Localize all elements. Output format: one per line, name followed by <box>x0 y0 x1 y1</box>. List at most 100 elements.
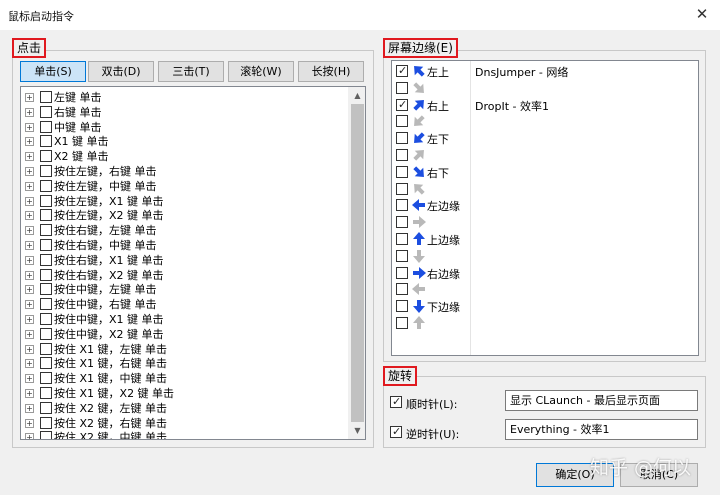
expand-icon[interactable]: + <box>25 107 34 117</box>
tab-2[interactable]: 三击(T) <box>158 61 224 82</box>
edge-row[interactable]: 左下 <box>392 130 698 147</box>
checkbox[interactable] <box>40 150 52 163</box>
checkbox[interactable] <box>40 165 52 177</box>
expand-icon[interactable]: + <box>25 433 34 439</box>
checkbox[interactable]: ✓ <box>396 64 408 77</box>
expand-icon[interactable]: + <box>25 359 34 369</box>
checkbox[interactable] <box>40 224 52 237</box>
expand-icon[interactable]: + <box>25 403 34 413</box>
expand-icon[interactable]: + <box>25 389 34 398</box>
checkbox[interactable] <box>396 216 408 229</box>
scroll-down-icon[interactable]: ▼ <box>349 422 365 439</box>
checkbox[interactable] <box>396 149 408 161</box>
expand-icon[interactable]: + <box>25 152 34 162</box>
checkbox[interactable] <box>40 91 52 103</box>
checkbox[interactable] <box>396 317 408 329</box>
expand-icon[interactable]: + <box>25 270 34 280</box>
checkbox[interactable] <box>40 387 52 399</box>
expand-icon[interactable]: + <box>25 181 34 191</box>
edge-row[interactable]: 下边缘 <box>392 298 698 315</box>
expand-icon[interactable]: + <box>25 241 34 250</box>
tree-scrollbar[interactable]: ▲ ▼ <box>348 87 365 439</box>
checkbox[interactable] <box>396 165 408 178</box>
checkbox[interactable] <box>396 266 408 279</box>
scroll-thumb[interactable] <box>351 104 364 422</box>
edge-row[interactable] <box>392 181 698 198</box>
checkbox[interactable] <box>396 199 408 212</box>
tab-3[interactable]: 滚轮(W) <box>228 61 294 82</box>
tree-item-label: 按住右键，中键 单击 <box>54 239 157 252</box>
edge-row[interactable]: 右边缘 <box>392 265 698 282</box>
edge-row[interactable]: ✓ 左上 DnsJumper - 网络 <box>392 63 698 80</box>
counter-clockwise-command-field[interactable]: Everything - 效率1 <box>505 419 698 440</box>
expand-icon[interactable]: + <box>25 418 34 428</box>
edge-row[interactable]: ✓ 右上 DropIt - 效率1 <box>392 97 698 114</box>
expand-icon[interactable]: + <box>25 93 34 102</box>
expand-icon[interactable]: + <box>25 226 34 236</box>
edge-row[interactable] <box>392 248 698 265</box>
scroll-up-icon[interactable]: ▲ <box>349 87 365 104</box>
checkbox[interactable] <box>40 313 52 325</box>
edge-row[interactable] <box>392 80 698 97</box>
edge-row[interactable]: 右下 <box>392 164 698 181</box>
checkbox[interactable] <box>396 249 408 262</box>
expand-icon[interactable]: + <box>25 315 34 324</box>
checkbox[interactable] <box>40 209 52 222</box>
checkbox[interactable] <box>40 342 52 355</box>
checkbox[interactable] <box>40 105 52 118</box>
checkbox[interactable] <box>40 194 52 207</box>
title-bar: 鼠标启动指令 ✕ <box>0 0 720 30</box>
checkbox[interactable] <box>396 283 408 296</box>
checkbox[interactable] <box>40 268 52 281</box>
edge-row[interactable] <box>392 113 698 130</box>
tab-1[interactable]: 双击(D) <box>88 61 154 82</box>
clockwise-command-field[interactable]: 显示 CLaunch - 最后显示页面 <box>505 390 698 411</box>
edge-row[interactable] <box>392 147 698 164</box>
expand-icon[interactable]: + <box>25 255 34 265</box>
checkbox[interactable] <box>396 132 408 145</box>
checkbox[interactable] <box>40 135 52 148</box>
expand-icon[interactable]: + <box>25 137 34 147</box>
expand-icon[interactable]: + <box>25 344 34 354</box>
checkbox[interactable]: ✓ <box>390 425 402 438</box>
tab-4[interactable]: 长按(H) <box>298 61 364 82</box>
checkbox[interactable] <box>396 182 408 195</box>
edge-row[interactable] <box>392 214 698 231</box>
checkbox[interactable] <box>40 179 52 192</box>
clockwise-checkbox[interactable]: ✓ 顺时针(L): <box>390 395 500 411</box>
checkbox[interactable]: ✓ <box>396 98 408 111</box>
checkbox[interactable] <box>396 233 408 245</box>
checkbox[interactable] <box>40 416 52 429</box>
checkbox[interactable] <box>40 283 52 296</box>
close-icon[interactable]: ✕ <box>692 4 712 24</box>
counter-clockwise-checkbox[interactable]: ✓ 逆时针(U): <box>390 425 500 441</box>
checkbox[interactable] <box>40 372 52 385</box>
checkbox[interactable] <box>40 327 52 340</box>
expand-icon[interactable]: + <box>25 300 34 310</box>
checkbox[interactable] <box>40 239 52 251</box>
expand-icon[interactable]: + <box>25 374 34 384</box>
edge-list[interactable]: ✓ 左上 DnsJumper - 网络 ✓ 右上 DropIt - 效率1 左下右下左边缘上… <box>391 60 699 356</box>
checkbox[interactable] <box>40 253 52 266</box>
click-tree[interactable]: + 左键 单击 + 右键 单击 + 中键 单击 + X1 键 单击 + X2 键 单击 + 按住左键，… <box>20 86 366 440</box>
expand-icon[interactable]: + <box>25 196 34 206</box>
checkbox[interactable] <box>40 357 52 370</box>
expand-icon[interactable]: + <box>25 167 34 176</box>
expand-icon[interactable]: + <box>25 211 34 221</box>
checkbox[interactable] <box>40 401 52 414</box>
checkbox[interactable] <box>396 300 408 313</box>
checkbox[interactable] <box>40 431 52 439</box>
tab-0[interactable]: 单击(S) <box>20 61 86 82</box>
checkbox[interactable] <box>396 115 408 128</box>
expand-icon[interactable]: + <box>25 285 34 295</box>
checkbox[interactable] <box>396 81 408 94</box>
checkbox[interactable] <box>40 298 52 311</box>
edge-row[interactable]: 上边缘 <box>392 231 698 248</box>
edge-row[interactable] <box>392 281 698 298</box>
checkbox[interactable] <box>40 120 52 133</box>
edge-row[interactable]: 左边缘 <box>392 197 698 214</box>
expand-icon[interactable]: + <box>25 122 34 132</box>
checkbox[interactable]: ✓ <box>390 395 402 408</box>
edge-row[interactable] <box>392 315 698 332</box>
expand-icon[interactable]: + <box>25 329 34 339</box>
